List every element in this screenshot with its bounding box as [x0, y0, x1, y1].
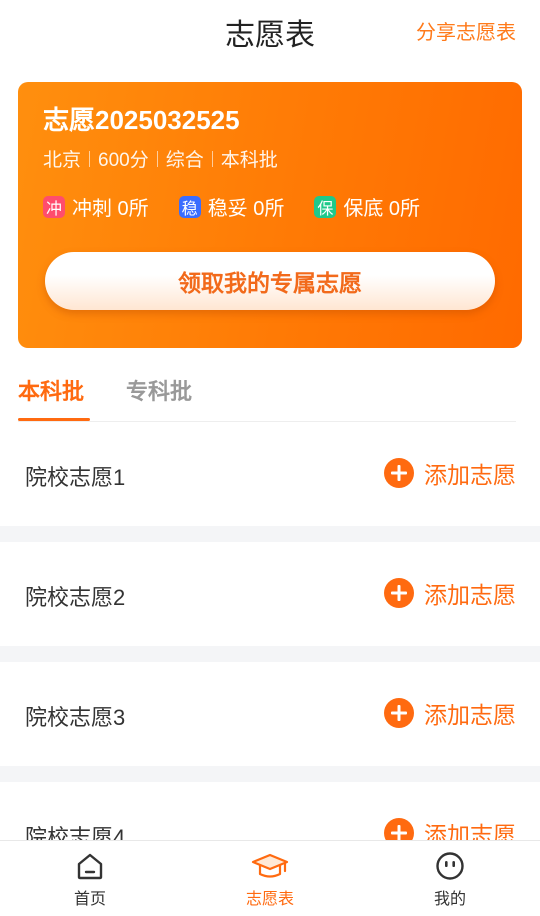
add-volunteer-label: 添加志愿: [424, 702, 516, 728]
volunteer-list: 院校志愿1 添加志愿 院校志愿2 添加志愿 院校志愿3 添加志愿 院校志愿4 添…: [0, 422, 540, 886]
row-gap: [0, 646, 540, 662]
stat-bao-label: 保底 0所: [343, 198, 421, 220]
row-gap: [0, 526, 540, 542]
bottom-tab-bar: 首页 志愿表 我的: [0, 840, 540, 916]
chong-badge-icon: 冲: [43, 195, 65, 218]
subject-text: 综合: [165, 150, 204, 171]
school-volunteer-label: 院校志愿2: [25, 585, 126, 610]
tabbar-item-volunteer[interactable]: 志愿表: [180, 841, 360, 916]
divider: [89, 150, 91, 167]
batch-tabs: 本科批 专科批: [18, 366, 516, 422]
plus-circle-icon: [384, 578, 414, 608]
tabbar-label-mine: 我的: [433, 891, 466, 908]
wen-badge-icon: 稳: [178, 195, 201, 218]
tab-junior-college[interactable]: 专科批: [126, 374, 192, 406]
plus-circle-icon: [384, 698, 414, 728]
share-button[interactable]: 分享志愿表: [416, 16, 516, 45]
bao-badge-icon: 保: [314, 195, 337, 218]
volunteer-card: 志愿2025032525 北京 600分 综合 本科批 冲 冲刺 0所 稳 稳妥…: [18, 82, 522, 348]
stat-bao: 保 保底 0所: [314, 192, 420, 221]
stat-chong-label: 冲刺 0所: [72, 198, 149, 220]
add-volunteer-button[interactable]: 添加志愿: [384, 576, 516, 610]
header: 志愿表 分享志愿表: [0, 0, 540, 62]
volunteer-info: 北京 600分 综合 本科批: [43, 145, 278, 172]
list-item: 院校志愿2 添加志愿: [0, 542, 540, 646]
tab-undergraduate[interactable]: 本科批: [18, 374, 84, 406]
batch-text: 本科批: [220, 150, 278, 171]
profile-face-icon: [436, 852, 464, 880]
add-volunteer-button[interactable]: 添加志愿: [384, 456, 516, 490]
claim-volunteer-button[interactable]: 领取我的专属志愿: [45, 252, 495, 310]
school-volunteer-label: 院校志愿1: [25, 465, 126, 490]
stats-row: 冲 冲刺 0所 稳 稳妥 0所 保 保底 0所: [43, 192, 450, 221]
list-item: 院校志愿1 添加志愿: [0, 422, 540, 526]
divider: [211, 150, 213, 167]
tab-underline: [18, 418, 90, 421]
divider: [156, 150, 158, 167]
add-volunteer-label: 添加志愿: [424, 462, 516, 488]
home-icon: [77, 853, 103, 880]
score-text: 600分: [98, 150, 149, 171]
tabbar-label-home: 首页: [73, 891, 106, 908]
add-volunteer-label: 添加志愿: [424, 582, 516, 608]
tabbar-item-home[interactable]: 首页: [0, 841, 180, 916]
tabbar-label-volunteer: 志愿表: [245, 891, 294, 908]
row-gap: [0, 766, 540, 782]
stat-wen-label: 稳妥 0所: [207, 198, 285, 220]
tabbar-item-mine[interactable]: 我的: [360, 841, 540, 916]
region-text: 北京: [43, 150, 82, 171]
graduation-cap-icon: [251, 853, 289, 878]
school-volunteer-label: 院校志愿3: [25, 705, 126, 730]
volunteer-name: 志愿2025032525: [43, 105, 240, 135]
plus-circle-icon: [384, 458, 414, 488]
stat-chong: 冲 冲刺 0所: [43, 192, 149, 221]
stat-wen: 稳 稳妥 0所: [178, 192, 285, 221]
add-volunteer-button[interactable]: 添加志愿: [384, 696, 516, 730]
list-item: 院校志愿3 添加志愿: [0, 662, 540, 766]
